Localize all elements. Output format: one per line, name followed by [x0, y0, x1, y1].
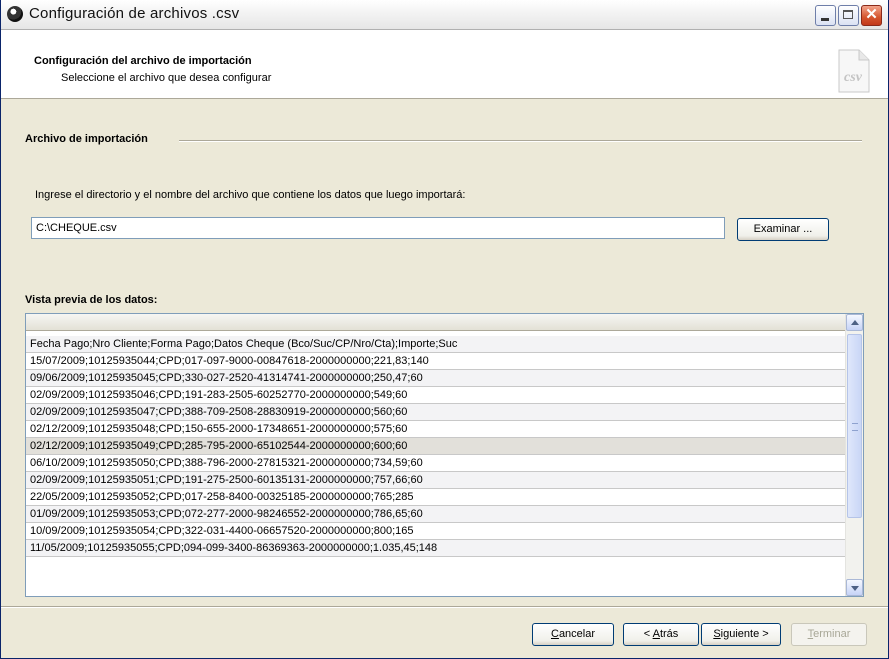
app-globe-icon — [7, 6, 23, 22]
wizard-header: Configuración del archivo de importación… — [1, 30, 888, 99]
preview-row[interactable]: 01/09/2009;10125935053;CPD;072-277-2000-… — [26, 506, 847, 523]
import-section-label: Archivo de importación — [25, 133, 156, 145]
back-label: trás — [659, 628, 679, 640]
cancel-button[interactable]: Cancelar — [532, 623, 614, 646]
next-mnemonic: S — [713, 628, 721, 640]
close-button[interactable]: ✕ — [861, 5, 882, 26]
preview-row[interactable]: 10/09/2009;10125935054;CPD;322-031-4400-… — [26, 523, 847, 540]
preview-row[interactable]: 06/10/2009;10125935050;CPD;388-796-2000-… — [26, 455, 847, 472]
footer-divider — [1, 606, 888, 608]
grip-icon — [852, 423, 858, 431]
cancel-mnemonic: C — [550, 628, 559, 640]
preview-row[interactable]: 11/05/2009;10125935055;CPD;094-099-3400-… — [26, 540, 847, 557]
preview-grid[interactable]: Fecha Pago;Nro Cliente;Forma Pago;Datos … — [25, 313, 864, 597]
close-icon: ✕ — [865, 6, 878, 23]
preview-label: Vista previa de los datos: — [25, 294, 158, 306]
back-button[interactable]: < Atrás — [623, 623, 699, 646]
finish-button: Terminar — [791, 623, 867, 646]
preview-row[interactable]: 22/05/2009;10125935052;CPD;017-258-8400-… — [26, 489, 847, 506]
finish-label: erminar — [813, 628, 851, 640]
next-button[interactable]: Siguiente > — [701, 623, 781, 646]
scroll-up-icon[interactable] — [846, 314, 863, 331]
preview-row[interactable]: 02/09/2009;10125935051;CPD;191-275-2500-… — [26, 472, 847, 489]
preview-row[interactable]: 02/12/2009;10125935048;CPD;150-655-2000-… — [26, 421, 847, 438]
window-title: Configuración de archivos .csv — [29, 5, 240, 22]
dialog-window: Configuración de archivos .csv ✕ Configu… — [0, 0, 889, 659]
section-divider — [179, 140, 862, 142]
grid-column-header[interactable] — [26, 314, 847, 331]
vertical-scrollbar[interactable] — [845, 314, 863, 596]
minimize-button[interactable] — [815, 5, 836, 26]
instruction-text: Ingrese el directorio y el nombre del ar… — [35, 189, 466, 201]
csv-icon-label: csv — [844, 70, 863, 85]
grid-rows: Fecha Pago;Nro Cliente;Forma Pago;Datos … — [26, 336, 847, 557]
preview-row[interactable]: 02/12/2009;10125935049;CPD;285-795-2000-… — [26, 438, 847, 455]
preview-row[interactable]: 02/09/2009;10125935047;CPD;388-709-2508-… — [26, 404, 847, 421]
file-path-input[interactable] — [31, 217, 725, 239]
preview-header-row[interactable]: Fecha Pago;Nro Cliente;Forma Pago;Datos … — [26, 336, 847, 353]
browse-button[interactable]: Examinar ... — [737, 218, 829, 241]
maximize-button[interactable] — [838, 5, 859, 26]
header-subtitle: Seleccione el archivo que desea configur… — [61, 72, 272, 84]
scrollbar-thumb[interactable] — [847, 334, 862, 518]
back-mnemonic: A — [652, 628, 660, 640]
header-title: Configuración del archivo de importación — [34, 55, 252, 67]
preview-row[interactable]: 09/06/2009;10125935045;CPD;330-027-2520-… — [26, 370, 847, 387]
title-bar[interactable]: Configuración de archivos .csv ✕ — [1, 0, 888, 30]
cancel-label: ancelar — [558, 628, 596, 640]
next-label: iguiente > — [720, 628, 769, 640]
back-prefix: < — [643, 628, 653, 640]
preview-row[interactable]: 02/09/2009;10125935046;CPD;191-283-2505-… — [26, 387, 847, 404]
preview-row[interactable]: 15/07/2009;10125935044;CPD;017-097-9000-… — [26, 353, 847, 370]
csv-file-icon: csv — [838, 49, 870, 93]
scroll-down-icon[interactable] — [846, 579, 863, 596]
